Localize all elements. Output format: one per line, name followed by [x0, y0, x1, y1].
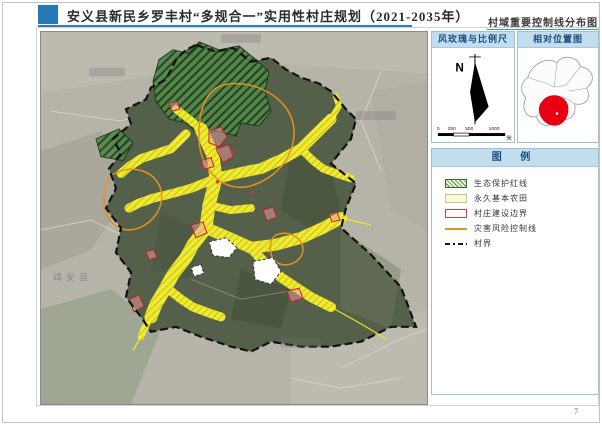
legend-item: 村界 [445, 236, 598, 251]
wind-rose-sail [470, 61, 489, 123]
sheet-name-underline [487, 29, 598, 30]
legend-item: 永久基本农田 [445, 191, 598, 206]
page-number: 7 [574, 407, 578, 416]
legend-item: 生态保护红线 [445, 176, 598, 191]
legend-item-label: 生态保护红线 [474, 179, 528, 188]
location-panel: 相对位置图 [517, 31, 599, 143]
sheet-name: 村域重要控制线分布图 [488, 18, 598, 29]
legend-panel: 图 例 生态保护红线 永久基本农田 村庄建设边界 灾害风险控制线 村界 [431, 148, 599, 395]
svg-text:250: 250 [448, 126, 456, 132]
location-map [521, 56, 593, 126]
wind-rose-scale: N 0 250 500 1000 米 [437, 54, 512, 142]
legend-swatch-eco-redline [445, 179, 467, 188]
title-accent-square [38, 5, 58, 24]
plan-sheet-page: 安义县新民乡罗丰村“多规合一”实用性村庄规划（2021-2035年） 村域重要控… [0, 0, 602, 425]
north-label: N [455, 62, 463, 75]
page-title: 安义县新民乡罗丰村“多规合一”实用性村庄规划（2021-2035年） [67, 9, 470, 24]
scale-unit: 米 [506, 134, 512, 142]
legend-item-label: 灾害风险控制线 [474, 224, 537, 233]
village-highlight-dot [555, 112, 559, 115]
svg-text:500: 500 [465, 126, 473, 132]
satellite-planning-map: 靖安县 [40, 31, 428, 405]
county-label: 靖安县 [53, 271, 92, 282]
legend-item: 村庄建设边界 [445, 206, 598, 221]
svg-text:0: 0 [437, 126, 440, 132]
map-canvas: 靖安县 [41, 32, 427, 404]
compass-panel-title: 风玫瑰与比例尺 [432, 32, 514, 48]
legend-swatch-construction-boundary [445, 209, 467, 218]
compass-scale-panel: 风玫瑰与比例尺 N 0 250 500 1000 米 [431, 31, 515, 143]
legend-title: 图 例 [432, 149, 598, 167]
legend-item: 灾害风险控制线 [445, 221, 598, 236]
legend-swatch-village-border [445, 242, 467, 245]
legend-item-label: 村界 [474, 239, 492, 248]
legend-item-label: 永久基本农田 [474, 194, 528, 203]
title-underline [38, 25, 412, 27]
legend-body: 生态保护红线 永久基本农田 村庄建设边界 灾害风险控制线 村界 [432, 167, 598, 251]
svg-text:1000: 1000 [489, 126, 500, 132]
legend-swatch-farmland [445, 194, 467, 203]
location-panel-title: 相对位置图 [518, 32, 598, 48]
legend-item-label: 村庄建设边界 [474, 209, 528, 218]
scale-bar [437, 132, 506, 137]
legend-swatch-disaster-line [445, 227, 467, 230]
